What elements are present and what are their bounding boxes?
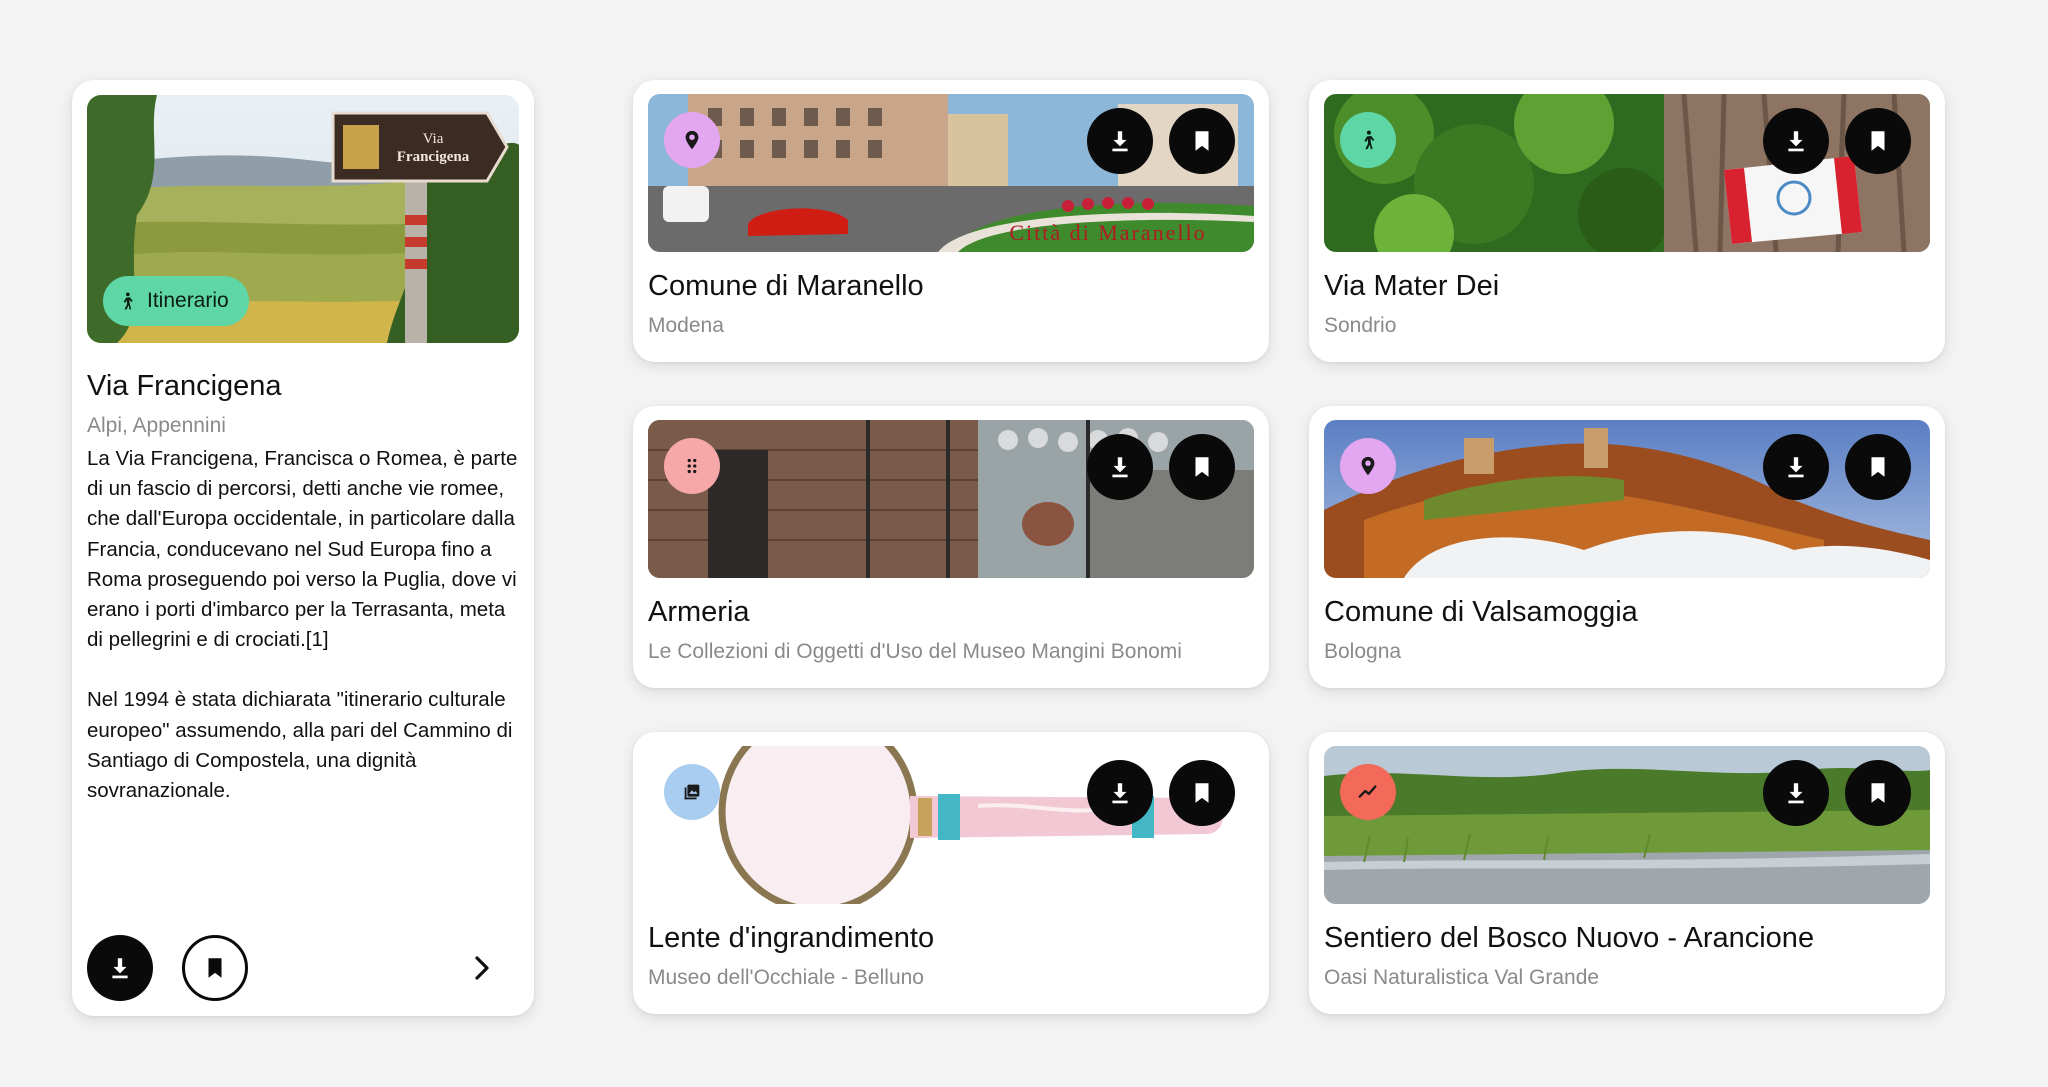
- download-icon: [1788, 131, 1804, 152]
- image-icon: [684, 784, 700, 800]
- bookmark-button[interactable]: [1845, 434, 1911, 500]
- bookmark-icon: [1195, 783, 1209, 803]
- download-icon: [1112, 457, 1128, 478]
- download-icon: [112, 958, 128, 979]
- download-button[interactable]: [1087, 108, 1153, 174]
- bookmark-icon: [1871, 457, 1885, 477]
- sign-text-line2: Francigena: [397, 149, 470, 165]
- card-title: Sentiero del Bosco Nuovo - Arancione: [1324, 922, 1815, 954]
- download-button[interactable]: [1763, 108, 1829, 174]
- card-title: Via Mater Dei: [1324, 270, 1500, 302]
- category-tag-itinerario: Itinerario: [103, 276, 249, 326]
- featured-card-via-francigena[interactable]: Via Francigena Itinerario Via Francigena…: [72, 80, 534, 1016]
- card-armeria[interactable]: Armeria Le Collezioni di Oggetti d'Uso d…: [633, 406, 1269, 688]
- bookmark-icon: [1871, 131, 1885, 151]
- bookmark-icon: [208, 958, 222, 978]
- bookmark-button[interactable]: [1169, 760, 1235, 826]
- card-subtitle: Bologna: [1324, 640, 1402, 663]
- category-tag-label: Itinerario: [147, 289, 229, 312]
- card-title: Lente d'ingrandimento: [648, 922, 935, 954]
- download-button[interactable]: [87, 935, 153, 1001]
- card-via-mater-dei[interactable]: Via Mater Dei Sondrio: [1309, 80, 1945, 362]
- category-badge: [1340, 112, 1396, 168]
- card-lente-d-ingrandimento[interactable]: Lente d'ingrandimento Museo dell'Occhial…: [633, 732, 1269, 1014]
- chevron-right-icon: [475, 956, 489, 980]
- description-paragraph-2: Nel 1994 è stata dichiarata "itinerario …: [87, 688, 513, 803]
- card-sentiero-del-bosco-nuovo[interactable]: Sentiero del Bosco Nuovo - Arancione Oas…: [1309, 732, 1945, 1014]
- trend-icon: [1358, 785, 1377, 798]
- card-subtitle: Oasi Naturalistica Val Grande: [1324, 966, 1600, 989]
- category-badge: [1340, 764, 1396, 820]
- category-badge: [664, 438, 720, 494]
- download-icon: [1788, 783, 1804, 804]
- category-badge: [664, 112, 720, 168]
- hiker-icon: [1364, 130, 1375, 150]
- download-icon: [1788, 457, 1804, 478]
- download-button[interactable]: [1087, 760, 1153, 826]
- bookmark-button[interactable]: [1169, 108, 1235, 174]
- bookmark-icon: [1871, 783, 1885, 803]
- bookmark-button[interactable]: [182, 935, 248, 1001]
- next-button[interactable]: [462, 946, 502, 990]
- bookmark-button[interactable]: [1845, 760, 1911, 826]
- download-icon: [1112, 131, 1128, 152]
- grid-dots-icon: [687, 458, 697, 474]
- card-subtitle: Sondrio: [1324, 314, 1397, 337]
- hiker-icon: [123, 292, 133, 310]
- card-comune-di-maranello[interactable]: Città di Maranello Comune di Maranello M…: [633, 80, 1269, 362]
- download-button[interactable]: [1087, 434, 1153, 500]
- featured-subtitle: Alpi, Appennini: [87, 414, 226, 437]
- card-comune-di-valsamoggia[interactable]: Comune di Valsamoggia Bologna: [1309, 406, 1945, 688]
- card-title: Armeria: [648, 596, 750, 628]
- bookmark-icon: [1195, 457, 1209, 477]
- bookmark-button[interactable]: [1845, 108, 1911, 174]
- sign-text-line1: Via: [423, 131, 444, 147]
- featured-title: Via Francigena: [87, 370, 282, 402]
- card-subtitle: Le Collezioni di Oggetti d'Uso del Museo…: [648, 640, 1182, 663]
- download-icon: [1112, 783, 1128, 804]
- card-title: Comune di Maranello: [648, 270, 924, 302]
- featured-description: La Via Francigena, Francisca o Romea, è …: [87, 444, 519, 836]
- download-button[interactable]: [1763, 434, 1829, 500]
- card-subtitle: Modena: [648, 314, 724, 337]
- category-badge: [664, 764, 720, 820]
- map-pin-icon: [685, 130, 699, 150]
- card-subtitle: Museo dell'Occhiale - Belluno: [648, 966, 924, 989]
- bookmark-button[interactable]: [1169, 434, 1235, 500]
- image-text: Città di Maranello: [1009, 220, 1206, 245]
- map-pin-icon: [1361, 456, 1375, 476]
- download-button[interactable]: [1763, 760, 1829, 826]
- description-paragraph-1: La Via Francigena, Francisca o Romea, è …: [87, 447, 518, 652]
- card-title: Comune di Valsamoggia: [1324, 596, 1638, 628]
- category-badge: [1340, 438, 1396, 494]
- featured-image: Via Francigena Itinerario: [87, 95, 519, 343]
- bookmark-icon: [1195, 131, 1209, 151]
